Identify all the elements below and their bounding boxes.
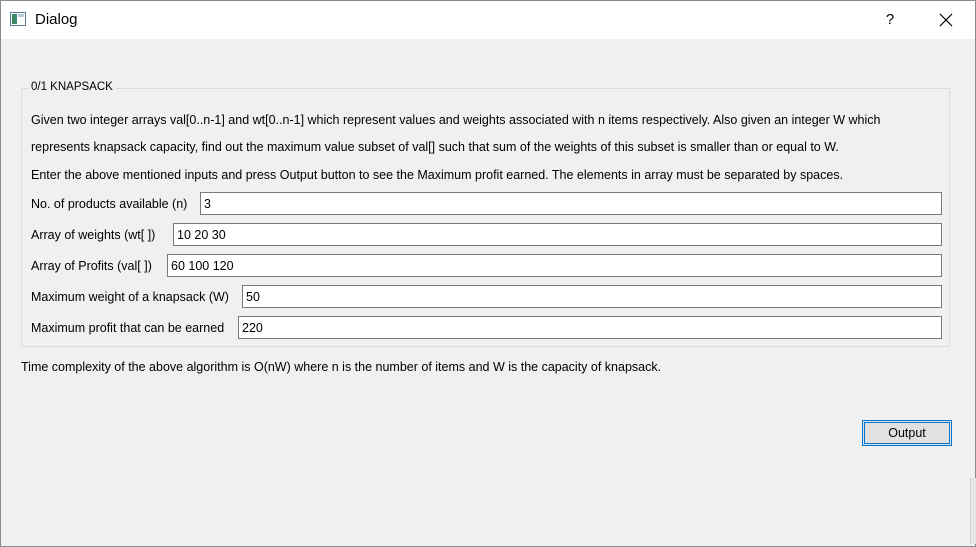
profits-array-input[interactable] (167, 254, 942, 277)
dialog-window: Dialog ? 0/1 KNAPSACK Given two integer … (0, 0, 976, 547)
complexity-note: Time complexity of the above algorithm i… (21, 360, 662, 374)
close-icon (939, 13, 953, 27)
resize-grip[interactable] (970, 478, 976, 544)
weights-array-input[interactable] (173, 223, 942, 246)
profits-array-label: Array of Profits (val[ ]) (31, 259, 152, 273)
max-profit-label: Maximum profit that can be earned (31, 321, 225, 335)
description-line-1: Given two integer arrays val[0..n-1] and… (31, 113, 881, 127)
groupbox-title: 0/1 KNAPSACK (28, 81, 116, 93)
close-button[interactable] (931, 5, 961, 35)
products-count-label: No. of products available (n) (31, 197, 188, 211)
window-title: Dialog (35, 11, 78, 28)
knapsack-capacity-input[interactable] (242, 285, 942, 308)
weights-array-label: Array of weights (wt[ ]) (31, 228, 156, 242)
knapsack-capacity-label: Maximum weight of a knapsack (W) (31, 290, 229, 304)
products-count-input[interactable] (200, 192, 942, 215)
max-profit-output[interactable] (238, 316, 942, 339)
help-button[interactable]: ? (875, 5, 905, 35)
description-line-2: represents knapsack capacity, find out t… (31, 140, 839, 154)
dialog-app-icon (10, 12, 26, 26)
output-button[interactable]: Output (862, 420, 952, 446)
description-line-3: Enter the above mentioned inputs and pre… (31, 168, 844, 182)
title-bar[interactable]: Dialog ? (1, 1, 975, 39)
